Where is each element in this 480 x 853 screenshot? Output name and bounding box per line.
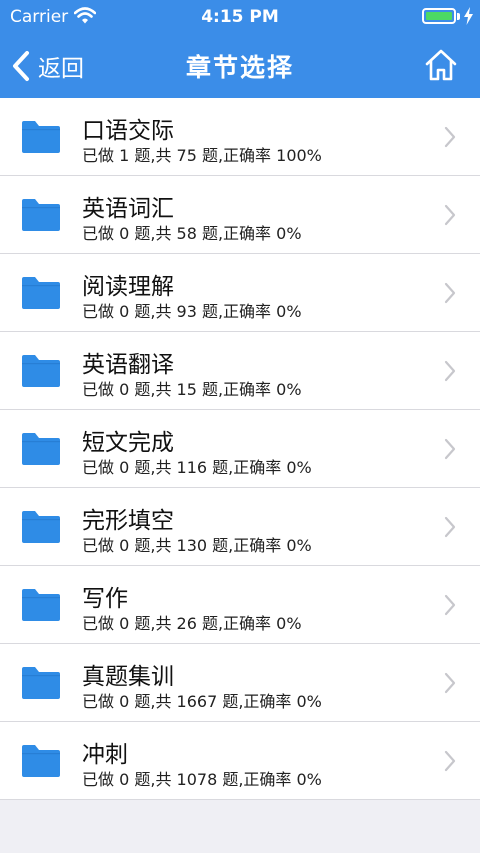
chapter-row[interactable]: 阅读理解已做 0 题,共 93 题,正确率 0% [0,254,480,332]
chapter-row[interactable]: 真题集训已做 0 题,共 1667 题,正确率 0% [0,644,480,722]
chapter-row[interactable]: 口语交际已做 1 题,共 75 题,正确率 100% [0,98,480,176]
chevron-right-icon [444,438,456,460]
chevron-right-icon [444,594,456,616]
chapter-title: 短文完成 [82,430,174,456]
folder-icon [22,745,60,777]
nav-bar: 返回 章节选择 [0,34,480,98]
page-title: 章节选择 [185,53,294,82]
chapter-row[interactable]: 写作已做 0 题,共 26 题,正确率 0% [0,566,480,644]
chapter-title: 口语交际 [82,118,174,144]
chapter-row[interactable]: 冲刺已做 0 题,共 1078 题,正确率 0% [0,722,480,800]
chevron-right-icon [444,516,456,538]
battery-tip [457,13,460,20]
chevron-right-icon [444,204,456,226]
folder-icon [22,589,60,621]
chapter-title: 完形填空 [82,508,174,534]
chapter-title: 冲刺 [82,742,128,768]
status-bar: Carrier 4:15 PM [0,0,480,34]
chapter-row[interactable]: 英语翻译已做 0 题,共 15 题,正确率 0% [0,332,480,410]
folder-icon [22,355,60,387]
chapter-summary: 已做 0 题,共 58 题,正确率 0% [82,224,302,243]
folder-icon [22,433,60,465]
chapter-row[interactable]: 短文完成已做 0 题,共 116 题,正确率 0% [0,410,480,488]
chapter-title: 英语词汇 [82,196,174,222]
battery-icon [422,8,456,24]
home-icon[interactable] [424,48,458,82]
chevron-right-icon [444,282,456,304]
chapter-summary: 已做 0 题,共 1667 题,正确率 0% [82,692,322,711]
chapter-summary: 已做 0 题,共 1078 题,正确率 0% [82,770,322,789]
chapter-summary: 已做 0 题,共 26 题,正确率 0% [82,614,302,633]
chevron-right-icon [444,360,456,382]
chapter-title: 阅读理解 [82,274,174,300]
folder-icon [22,121,60,153]
folder-icon [22,511,60,543]
chapter-summary: 已做 0 题,共 116 题,正确率 0% [82,458,312,477]
chapter-list: 口语交际 已做 1 题,共 75 题,正确率 100% 英语词汇 已做 0 题,共 5… [0,98,480,800]
chapter-title: 写作 [82,586,128,612]
chapter-title: 真题集训 [82,664,174,690]
chevron-right-icon [444,672,456,694]
folder-icon [22,199,60,231]
folder-icon [22,277,60,309]
navigation-header: Carrier 4:15 PM 返回 章节选择 [0,0,480,98]
chapter-row[interactable]: 英语词汇已做 0 题,共 58 题,正确率 0% [0,176,480,254]
chapter-row[interactable]: 完形填空已做 0 题,共 130 题,正确率 0% [0,488,480,566]
chevron-right-icon [444,126,456,148]
chapter-summary: 已做 0 题,共 15 题,正确率 0% [82,380,302,399]
folder-icon [22,667,60,699]
chapter-summary: 已做 1 题,共 75 题,正确率 100% [82,146,322,165]
chevron-right-icon [444,750,456,772]
chapter-summary: 已做 0 题,共 130 题,正确率 0% [82,536,312,555]
chapter-title: 英语翻译 [82,352,174,378]
charging-bolt-icon [464,7,473,25]
chapter-summary: 已做 0 题,共 93 题,正确率 0% [82,302,302,321]
status-time: 4:15 PM [201,7,279,27]
